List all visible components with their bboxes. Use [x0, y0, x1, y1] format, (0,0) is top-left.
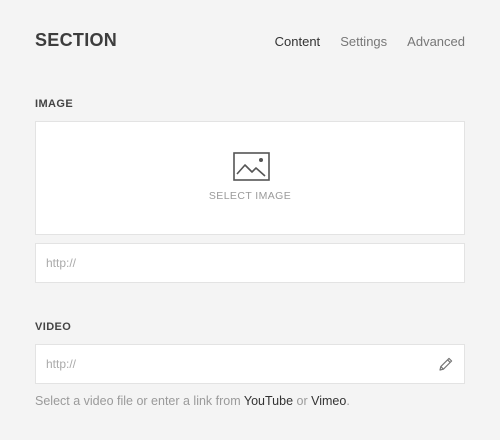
help-or: or — [296, 394, 308, 408]
video-field-label: VIDEO — [35, 321, 72, 333]
tab-bar: Content Settings Advanced — [275, 34, 465, 49]
select-image-dropzone[interactable]: SELECT IMAGE — [35, 121, 465, 235]
tab-advanced[interactable]: Advanced — [407, 34, 465, 49]
video-url-input[interactable] — [46, 345, 426, 383]
image-url-field — [35, 243, 465, 283]
panel-header: SECTION Content Settings Advanced — [35, 30, 465, 54]
select-image-label: SELECT IMAGE — [208, 190, 292, 202]
section-title: SECTION — [35, 30, 118, 50]
image-field-label: IMAGE — [35, 98, 74, 110]
video-help-text: Select a video file or enter a link from… — [35, 394, 350, 408]
pencil-icon[interactable] — [437, 356, 454, 373]
image-icon — [233, 152, 270, 181]
help-prefix: Select a video file or enter a link from — [35, 394, 241, 408]
image-url-input[interactable] — [46, 244, 426, 282]
vimeo-link[interactable]: Vimeo — [311, 394, 346, 408]
tab-settings[interactable]: Settings — [340, 34, 387, 49]
youtube-link[interactable]: YouTube — [244, 394, 293, 408]
help-suffix: . — [346, 394, 350, 408]
tab-content[interactable]: Content — [275, 34, 321, 49]
video-url-field — [35, 344, 465, 384]
